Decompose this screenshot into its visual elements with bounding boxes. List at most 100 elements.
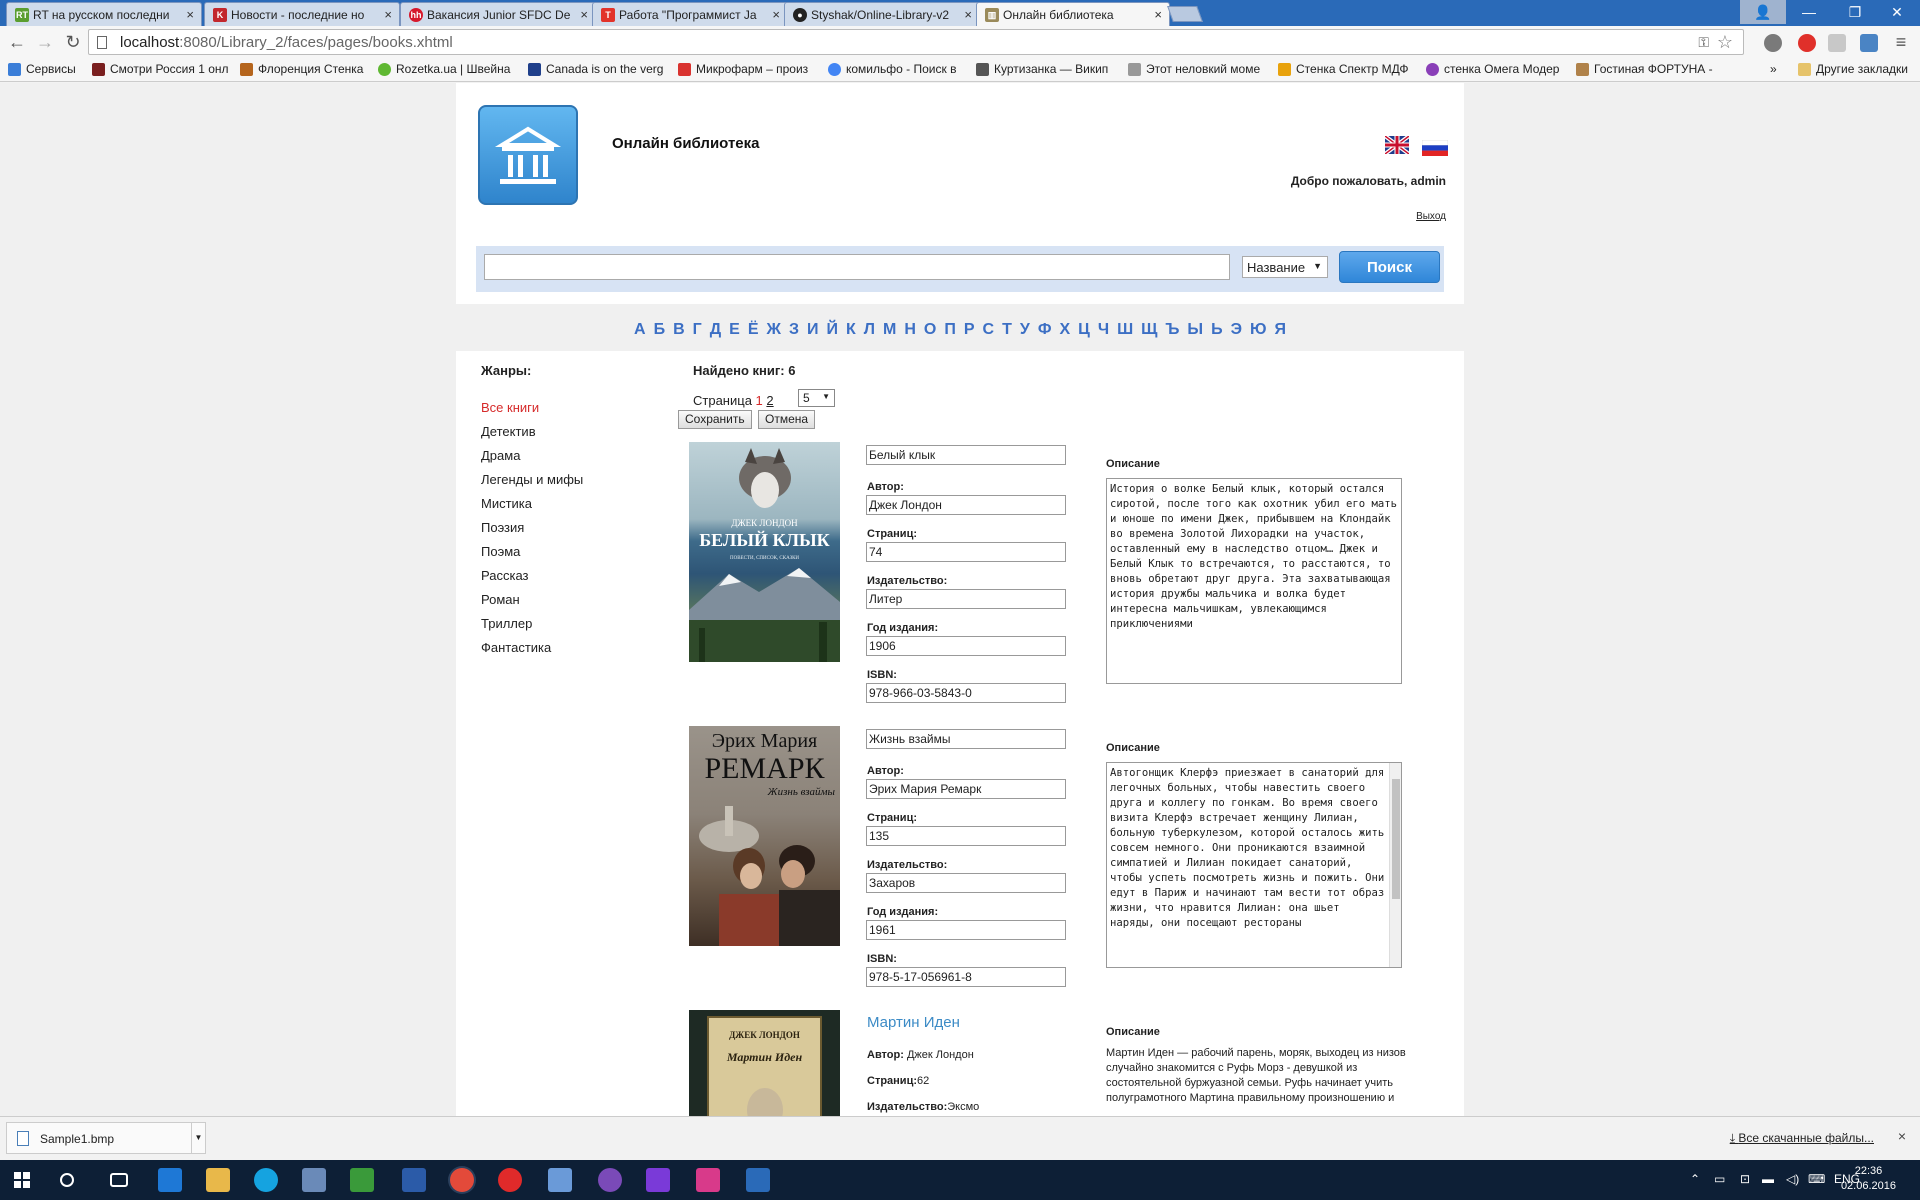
skype-icon[interactable] bbox=[254, 1168, 278, 1192]
alphabet-letter-link[interactable]: Г bbox=[693, 321, 702, 339]
alphabet-letter-link[interactable]: Ы bbox=[1187, 321, 1203, 339]
url-text[interactable]: localhost:8080/Library_2/faces/pages/boo… bbox=[120, 34, 453, 51]
alphabet-letter-link[interactable]: Я bbox=[1274, 321, 1286, 339]
forward-icon[interactable]: → bbox=[34, 32, 56, 54]
alphabet-letter-link[interactable]: Ё bbox=[748, 321, 759, 339]
alphabet-letter-link[interactable]: А bbox=[634, 321, 646, 339]
bookmark-item[interactable]: Canada is on the verg bbox=[528, 62, 663, 76]
close-icon[interactable]: × bbox=[772, 7, 780, 22]
alphabet-letter-link[interactable]: М bbox=[883, 321, 896, 339]
genre-link[interactable]: Рассказ bbox=[481, 568, 529, 583]
description-scrollbar[interactable] bbox=[1389, 763, 1401, 967]
publisher-field[interactable]: Литер bbox=[866, 589, 1066, 609]
alphabet-letter-link[interactable]: У bbox=[1020, 321, 1030, 339]
virtualbox-icon[interactable] bbox=[548, 1168, 572, 1192]
window-close-icon[interactable]: ✕ bbox=[1874, 0, 1920, 24]
library-logo-icon[interactable] bbox=[478, 105, 578, 205]
genre-link[interactable]: Легенды и мифы bbox=[481, 472, 583, 487]
reload-icon[interactable]: ↻ bbox=[62, 32, 84, 54]
back-icon[interactable]: ← bbox=[6, 32, 28, 54]
book-cover-image[interactable]: ДЖЕК ЛОНДОН Мартин Иден bbox=[689, 1010, 840, 1116]
alphabet-letter-link[interactable]: Ш bbox=[1117, 321, 1133, 339]
genre-link-active[interactable]: Все книги bbox=[481, 400, 539, 415]
alphabet-letter-link[interactable]: С bbox=[983, 321, 995, 339]
visual-studio-icon[interactable] bbox=[646, 1168, 670, 1192]
bookmark-item[interactable]: комильфо - Поиск в bbox=[828, 62, 956, 76]
save-button[interactable]: Сохранить bbox=[678, 410, 752, 429]
author-field[interactable]: Джек Лондон bbox=[866, 495, 1066, 515]
alphabet-letter-link[interactable]: Л bbox=[864, 321, 875, 339]
battery-icon[interactable]: ▬ bbox=[1762, 1172, 1774, 1186]
bookmark-item[interactable]: Этот неловкий моме bbox=[1128, 62, 1260, 76]
new-tab-button[interactable] bbox=[1167, 6, 1203, 22]
alphabet-letter-link[interactable]: Е bbox=[729, 321, 740, 339]
browser-tab[interactable]: T Работа "Программист Ja × bbox=[592, 2, 788, 26]
genre-link[interactable]: Детектив bbox=[481, 424, 536, 439]
bookmark-item[interactable]: Флоренция Стенка bbox=[240, 62, 363, 76]
show-all-downloads-link[interactable]: ⤓ Все скачанные файлы... bbox=[1730, 1131, 1874, 1146]
bookmark-item[interactable]: Сервисы bbox=[8, 62, 76, 76]
save-page-icon[interactable] bbox=[1828, 34, 1846, 52]
bookmark-item[interactable]: Микрофарм – произ bbox=[678, 62, 808, 76]
other-bookmarks-folder[interactable]: Другие закладки bbox=[1798, 62, 1908, 76]
address-bar[interactable]: localhost:8080/Library_2/faces/pages/boo… bbox=[88, 29, 1744, 55]
volume-icon[interactable]: ◁) bbox=[1786, 1172, 1799, 1186]
alphabet-letter-link[interactable]: Ь bbox=[1211, 321, 1223, 339]
close-icon[interactable]: × bbox=[964, 7, 972, 22]
book-cover-image[interactable]: ДЖЕК ЛОНДОН БЕЛЫЙ КЛЫК ПОВЕСТИ, СПИСОК, … bbox=[689, 442, 840, 662]
alphabet-letter-link[interactable]: Х bbox=[1059, 321, 1070, 339]
file-explorer-icon[interactable] bbox=[206, 1168, 230, 1192]
yandex-browser-icon[interactable] bbox=[498, 1168, 522, 1192]
alphabet-letter-link[interactable]: Щ bbox=[1141, 321, 1157, 339]
alphabet-letter-link[interactable]: К bbox=[846, 321, 856, 339]
chrome-icon[interactable] bbox=[450, 1168, 474, 1192]
close-icon[interactable]: × bbox=[580, 7, 588, 22]
tray-app-icon[interactable]: ▭ bbox=[1714, 1172, 1725, 1186]
bookmark-item[interactable]: стенка Омега Модер bbox=[1426, 62, 1559, 76]
more-bookmarks-button[interactable]: » bbox=[1770, 62, 1777, 76]
flag-uk-icon[interactable] bbox=[1385, 136, 1409, 154]
alphabet-letter-link[interactable]: Т bbox=[1002, 321, 1012, 339]
browser-tab[interactable]: K Новости - последние но × bbox=[204, 2, 400, 26]
alphabet-letter-link[interactable]: Д bbox=[710, 321, 721, 339]
bookmark-item[interactable]: Стенка Спектр МДФ bbox=[1278, 62, 1409, 76]
genre-link[interactable]: Поэма bbox=[481, 544, 520, 559]
intellij-icon[interactable] bbox=[696, 1168, 720, 1192]
genre-link[interactable]: Поэзия bbox=[481, 520, 524, 535]
restore-icon[interactable]: ❐ bbox=[1832, 0, 1878, 24]
alphabet-letter-link[interactable]: З bbox=[789, 321, 799, 339]
alphabet-letter-link[interactable]: Ъ bbox=[1165, 321, 1179, 339]
notepad-plus-icon[interactable] bbox=[350, 1168, 374, 1192]
windows-start-icon[interactable] bbox=[14, 1172, 30, 1188]
book-title-field[interactable]: Жизнь взаймы bbox=[866, 729, 1066, 749]
genre-link[interactable]: Драма bbox=[481, 448, 520, 463]
book-title-field[interactable]: Белый клык bbox=[866, 445, 1066, 465]
flag-ru-icon[interactable] bbox=[1422, 140, 1448, 156]
browser-tab-active[interactable]: ▥ Онлайн библиотека × bbox=[976, 2, 1170, 27]
download-item[interactable]: Sample1.bmp ▼ bbox=[6, 1122, 206, 1154]
chevron-down-icon[interactable]: ▼ bbox=[191, 1123, 205, 1153]
book-title-link[interactable]: Мартин Иден bbox=[867, 1014, 960, 1031]
bookmark-star-icon[interactable]: ☆ bbox=[1717, 32, 1733, 53]
bookmark-item[interactable]: Смотри Россия 1 онл bbox=[92, 62, 229, 76]
logout-link[interactable]: Выход bbox=[1416, 211, 1446, 222]
page-size-select[interactable]: 5 ▼ bbox=[798, 389, 835, 407]
pages-field[interactable]: 74 bbox=[866, 542, 1066, 562]
task-view-icon[interactable] bbox=[110, 1173, 128, 1187]
alphabet-letter-link[interactable]: Р bbox=[964, 321, 975, 339]
search-field-select[interactable]: Название ▼ bbox=[1242, 256, 1328, 278]
app-icon[interactable] bbox=[302, 1168, 326, 1192]
alphabet-letter-link[interactable]: И bbox=[807, 321, 819, 339]
alphabet-letter-link[interactable]: Э bbox=[1231, 321, 1242, 339]
genre-link[interactable]: Мистика bbox=[481, 496, 532, 511]
page-link-current[interactable]: 1 bbox=[756, 393, 763, 408]
key-icon[interactable]: ⚿ bbox=[1698, 34, 1709, 51]
search-icon[interactable] bbox=[60, 1173, 74, 1187]
tray-chevron-icon[interactable]: ⌃ bbox=[1690, 1172, 1700, 1186]
year-field[interactable]: 1906 bbox=[866, 636, 1066, 656]
alphabet-letter-link[interactable]: П bbox=[944, 321, 956, 339]
close-download-bar-icon[interactable]: × bbox=[1898, 1128, 1906, 1144]
isbn-field[interactable]: 978-5-17-056961-8 bbox=[866, 967, 1066, 987]
alphabet-letter-link[interactable]: О bbox=[924, 321, 936, 339]
browser-tab[interactable]: RT RT на русском последни × bbox=[6, 2, 202, 26]
